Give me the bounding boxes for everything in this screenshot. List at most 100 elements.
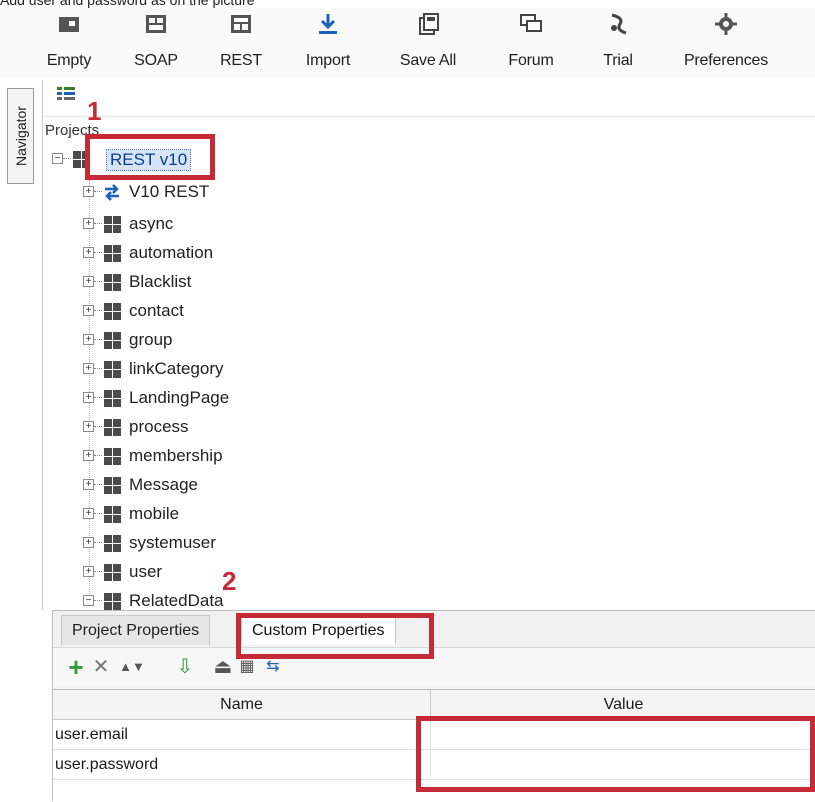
interface-name: V10 REST (129, 182, 210, 201)
resource-row[interactable]: + linkCategory (83, 357, 343, 381)
resource-row[interactable]: + contact (83, 299, 343, 323)
resource-icon (103, 418, 121, 436)
annotation-number-1: 1 (87, 96, 102, 126)
resource-icon (103, 273, 121, 291)
expand-toggle[interactable]: + (83, 479, 94, 490)
resource-icon (103, 331, 121, 349)
resource-icon (103, 389, 121, 407)
resource-icon (103, 563, 121, 581)
resource-icon (103, 447, 121, 465)
trial-button[interactable]: Trial (591, 8, 645, 78)
empty-label: Empty (46, 52, 92, 69)
sort-icon[interactable]: ▲▼ (117, 656, 147, 678)
tab-project-properties[interactable]: Project Properties (61, 615, 211, 645)
rest-label: REST (220, 52, 262, 69)
annotation-box-3 (416, 716, 815, 792)
resource-name: membership (129, 446, 223, 465)
empty-button[interactable]: Empty (38, 8, 100, 78)
expand-toggle[interactable]: + (83, 247, 94, 258)
resource-row[interactable]: + membership (83, 444, 343, 468)
expand-toggle[interactable]: + (83, 392, 94, 403)
properties-toolbar: + ✕ ▲▼ ⇩ ⏏ ▦ ⇆ (53, 647, 815, 687)
resource-row[interactable]: + systemuser (83, 531, 343, 555)
expand-toggle[interactable]: + (83, 186, 94, 197)
save-properties-icon[interactable]: ▦ (237, 656, 257, 678)
add-property-icon[interactable]: + (65, 654, 87, 680)
resource-row[interactable]: + automation (83, 241, 343, 265)
expand-toggle[interactable]: + (83, 363, 94, 374)
preferences-label: Preferences (683, 52, 769, 69)
soap-label: SOAP (134, 52, 178, 69)
resource-icon (103, 592, 121, 610)
interface-row[interactable]: + V10 REST (83, 180, 283, 204)
forum-label: Forum (508, 52, 554, 69)
resource-icon (103, 244, 121, 262)
resource-name: contact (129, 301, 184, 320)
resource-row[interactable]: + mobile (83, 502, 343, 526)
navigator-tab-label: Navigator (12, 106, 29, 166)
rest-button[interactable]: REST (210, 8, 272, 78)
import-button[interactable]: Import (294, 8, 362, 78)
resource-name: process (129, 417, 189, 436)
annotation-box-2 (236, 613, 434, 659)
resource-icon (103, 360, 121, 378)
rest-project-icon (231, 15, 251, 33)
forum-icon (520, 14, 542, 32)
resource-name: async (129, 214, 174, 233)
soap-project-icon (146, 15, 166, 33)
empty-project-icon (59, 17, 79, 32)
expand-toggle[interactable]: + (83, 421, 94, 432)
resource-name: Blacklist (129, 272, 192, 291)
resource-row[interactable]: + user (83, 560, 343, 584)
load-properties-icon[interactable]: ⏏ (213, 656, 233, 678)
resource-name: Message (129, 475, 198, 494)
main-toolbar: Empty SOAP REST Import Save All Forum Tr… (0, 8, 815, 78)
collapse-toggle[interactable]: − (83, 595, 94, 606)
resource-icon (103, 302, 121, 320)
property-name-cell[interactable]: user.email (53, 720, 431, 750)
forum-button[interactable]: Forum (497, 8, 565, 78)
resource-icon (103, 505, 121, 523)
resource-name: RelatedData (129, 591, 224, 610)
soap-button[interactable]: SOAP (125, 8, 187, 78)
resource-name: mobile (129, 504, 180, 523)
expand-toggle[interactable]: + (83, 276, 94, 287)
resource-row[interactable]: + Message (83, 473, 343, 497)
property-name-cell[interactable]: user.password (53, 750, 431, 780)
tree-view-icon[interactable] (57, 87, 75, 101)
expand-toggle[interactable]: + (83, 450, 94, 461)
resource-name: automation (129, 243, 214, 262)
annotation-number-2: 2 (222, 566, 237, 596)
expand-toggle[interactable]: + (83, 334, 94, 345)
navigator-tab[interactable]: Navigator (7, 88, 34, 184)
column-name-header[interactable]: Name (53, 690, 431, 720)
resource-icon (103, 476, 121, 494)
preferences-gear-icon (715, 13, 737, 35)
resource-row[interactable]: + process (83, 415, 343, 439)
resource-name: group (129, 330, 173, 349)
transfer-icon[interactable]: ⇆ (261, 656, 285, 678)
expand-toggle[interactable]: + (83, 218, 94, 229)
trial-icon (611, 13, 627, 35)
trial-label: Trial (603, 52, 633, 69)
resource-row[interactable]: + Blacklist (83, 270, 343, 294)
rest-interface-icon (105, 184, 119, 201)
resource-row[interactable]: + LandingPage (83, 386, 343, 410)
expand-toggle[interactable]: + (83, 305, 94, 316)
preferences-button[interactable]: Preferences (670, 8, 782, 78)
annotation-box-1 (85, 134, 215, 180)
resource-row[interactable]: + group (83, 328, 343, 352)
expand-toggle[interactable]: + (83, 537, 94, 548)
collapse-toggle[interactable]: − (52, 153, 63, 164)
resource-row[interactable]: + async (83, 212, 343, 236)
save-all-icon (419, 13, 439, 35)
import-icon (319, 14, 337, 34)
expand-toggle[interactable]: + (83, 566, 94, 577)
resource-name: linkCategory (129, 359, 224, 378)
remove-property-icon[interactable]: ✕ (91, 656, 111, 678)
move-down-icon[interactable]: ⇩ (175, 656, 195, 678)
expand-toggle[interactable]: + (83, 508, 94, 519)
resource-icon (103, 534, 121, 552)
resource-name: user (129, 562, 163, 581)
save-all-button[interactable]: Save All (388, 8, 468, 78)
